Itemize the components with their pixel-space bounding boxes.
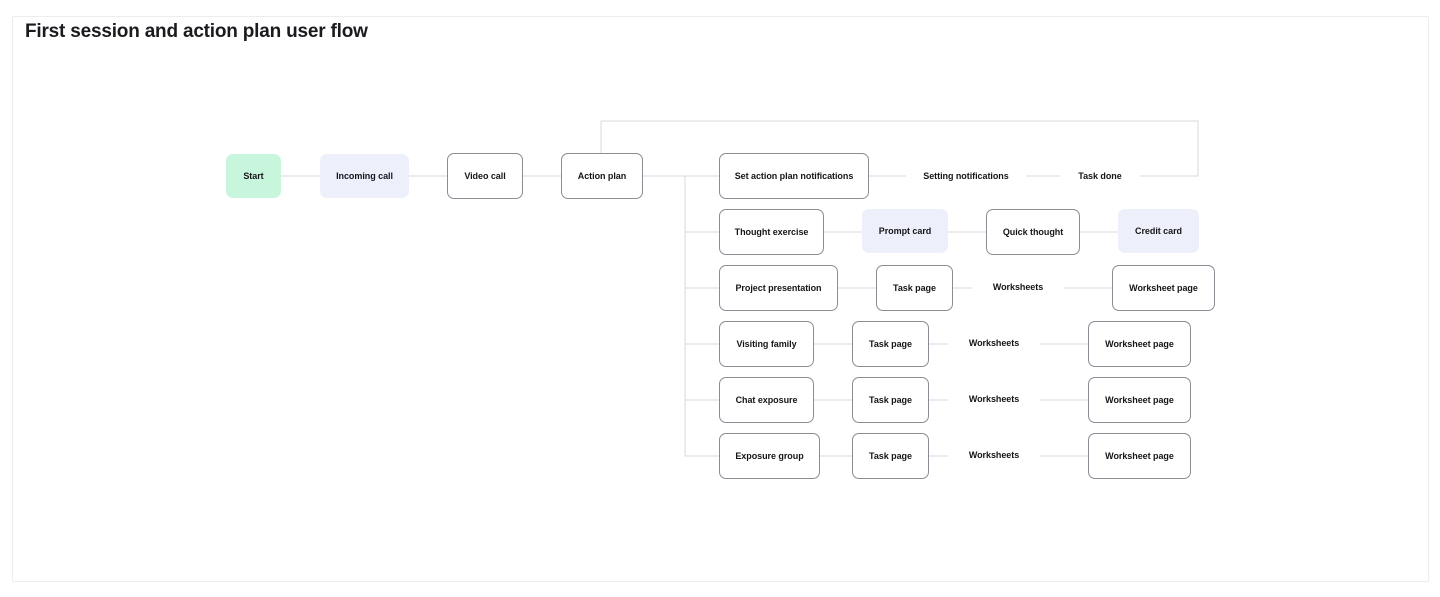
node-worksheets-4[interactable]: Worksheets xyxy=(948,440,1040,470)
node-label: Task done xyxy=(1078,170,1122,181)
node-label: Prompt card xyxy=(878,225,932,236)
flowchart-page: First session and action plan user flow … xyxy=(0,0,1440,597)
node-label: Worksheet page xyxy=(1105,394,1174,405)
node-label: Task page xyxy=(869,394,912,405)
node-setting-notifications[interactable]: Setting notifications xyxy=(906,161,1026,191)
node-set-action-plan-notifications[interactable]: Set action plan notifications xyxy=(719,153,869,199)
node-label: Set action plan notifications xyxy=(734,170,854,181)
node-label: Exposure group xyxy=(735,450,804,461)
node-task-page-2[interactable]: Task page xyxy=(852,321,929,367)
node-visiting-family[interactable]: Visiting family xyxy=(719,321,814,367)
node-label: Project presentation xyxy=(735,282,822,293)
node-label: Worksheet page xyxy=(1105,338,1174,349)
node-label: Task page xyxy=(869,450,912,461)
node-label: Incoming call xyxy=(336,170,393,181)
node-chat-exposure[interactable]: Chat exposure xyxy=(719,377,814,423)
node-worksheets-2[interactable]: Worksheets xyxy=(948,328,1040,358)
node-task-done[interactable]: Task done xyxy=(1060,161,1140,191)
node-label: Setting notifications xyxy=(923,170,1009,181)
node-label: Chat exposure xyxy=(735,394,798,405)
node-label: Task page xyxy=(893,282,936,293)
node-incoming-call[interactable]: Incoming call xyxy=(320,154,409,198)
node-quick-thought[interactable]: Quick thought xyxy=(986,209,1080,255)
node-worksheet-page-2[interactable]: Worksheet page xyxy=(1088,321,1191,367)
node-thought-exercise[interactable]: Thought exercise xyxy=(719,209,824,255)
node-label: Worksheet page xyxy=(1105,450,1174,461)
node-label: Video call xyxy=(464,170,506,181)
node-exposure-group[interactable]: Exposure group xyxy=(719,433,820,479)
page-title: First session and action plan user flow xyxy=(25,21,368,42)
node-label: Start xyxy=(243,170,264,181)
node-worksheets-3[interactable]: Worksheets xyxy=(948,384,1040,414)
node-task-page-3[interactable]: Task page xyxy=(852,377,929,423)
node-label: Task page xyxy=(869,338,912,349)
node-label: Credit card xyxy=(1135,225,1182,236)
node-label: Visiting family xyxy=(736,338,797,349)
node-action-plan[interactable]: Action plan xyxy=(561,153,643,199)
node-worksheet-page-4[interactable]: Worksheet page xyxy=(1088,433,1191,479)
node-worksheet-page-3[interactable]: Worksheet page xyxy=(1088,377,1191,423)
node-credit-card[interactable]: Credit card xyxy=(1118,209,1199,253)
node-prompt-card[interactable]: Prompt card xyxy=(862,209,948,253)
node-task-page-1[interactable]: Task page xyxy=(876,265,953,311)
node-label: Thought exercise xyxy=(734,226,809,237)
node-label: Worksheets xyxy=(968,393,1020,404)
node-worksheets-1[interactable]: Worksheets xyxy=(972,272,1064,302)
node-label: Worksheets xyxy=(968,337,1020,348)
node-label: Worksheet page xyxy=(1129,282,1198,293)
node-project-presentation[interactable]: Project presentation xyxy=(719,265,838,311)
node-label: Worksheets xyxy=(968,449,1020,460)
node-task-page-4[interactable]: Task page xyxy=(852,433,929,479)
node-label: Worksheets xyxy=(992,281,1044,292)
node-start[interactable]: Start xyxy=(226,154,281,198)
node-label: Quick thought xyxy=(1002,226,1064,237)
node-label: Action plan xyxy=(577,170,627,181)
node-video-call[interactable]: Video call xyxy=(447,153,523,199)
node-worksheet-page-1[interactable]: Worksheet page xyxy=(1112,265,1215,311)
